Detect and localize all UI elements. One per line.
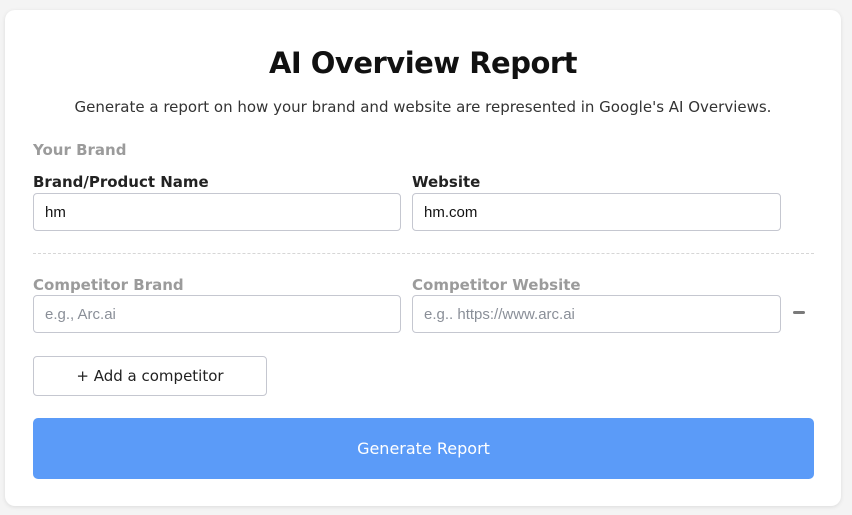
competitor-brand-label: Competitor Brand [33,276,184,294]
remove-competitor-button[interactable] [791,305,807,321]
brand-name-label: Brand/Product Name [33,173,209,191]
add-competitor-button[interactable]: + Add a competitor [33,356,267,396]
brand-name-input[interactable] [33,193,401,231]
report-card: AI Overview Report Generate a report on … [5,10,841,506]
generate-report-button[interactable]: Generate Report [33,418,814,479]
your-brand-heading: Your Brand [33,141,127,159]
page-title: AI Overview Report [268,46,578,80]
minus-icon [793,311,805,314]
section-divider [33,253,814,254]
competitor-website-label: Competitor Website [412,276,581,294]
website-label: Website [412,173,481,191]
page-subtitle: Generate a report on how your brand and … [74,98,772,116]
competitor-brand-input[interactable] [33,295,401,333]
website-input[interactable] [412,193,781,231]
competitor-website-input[interactable] [412,295,781,333]
